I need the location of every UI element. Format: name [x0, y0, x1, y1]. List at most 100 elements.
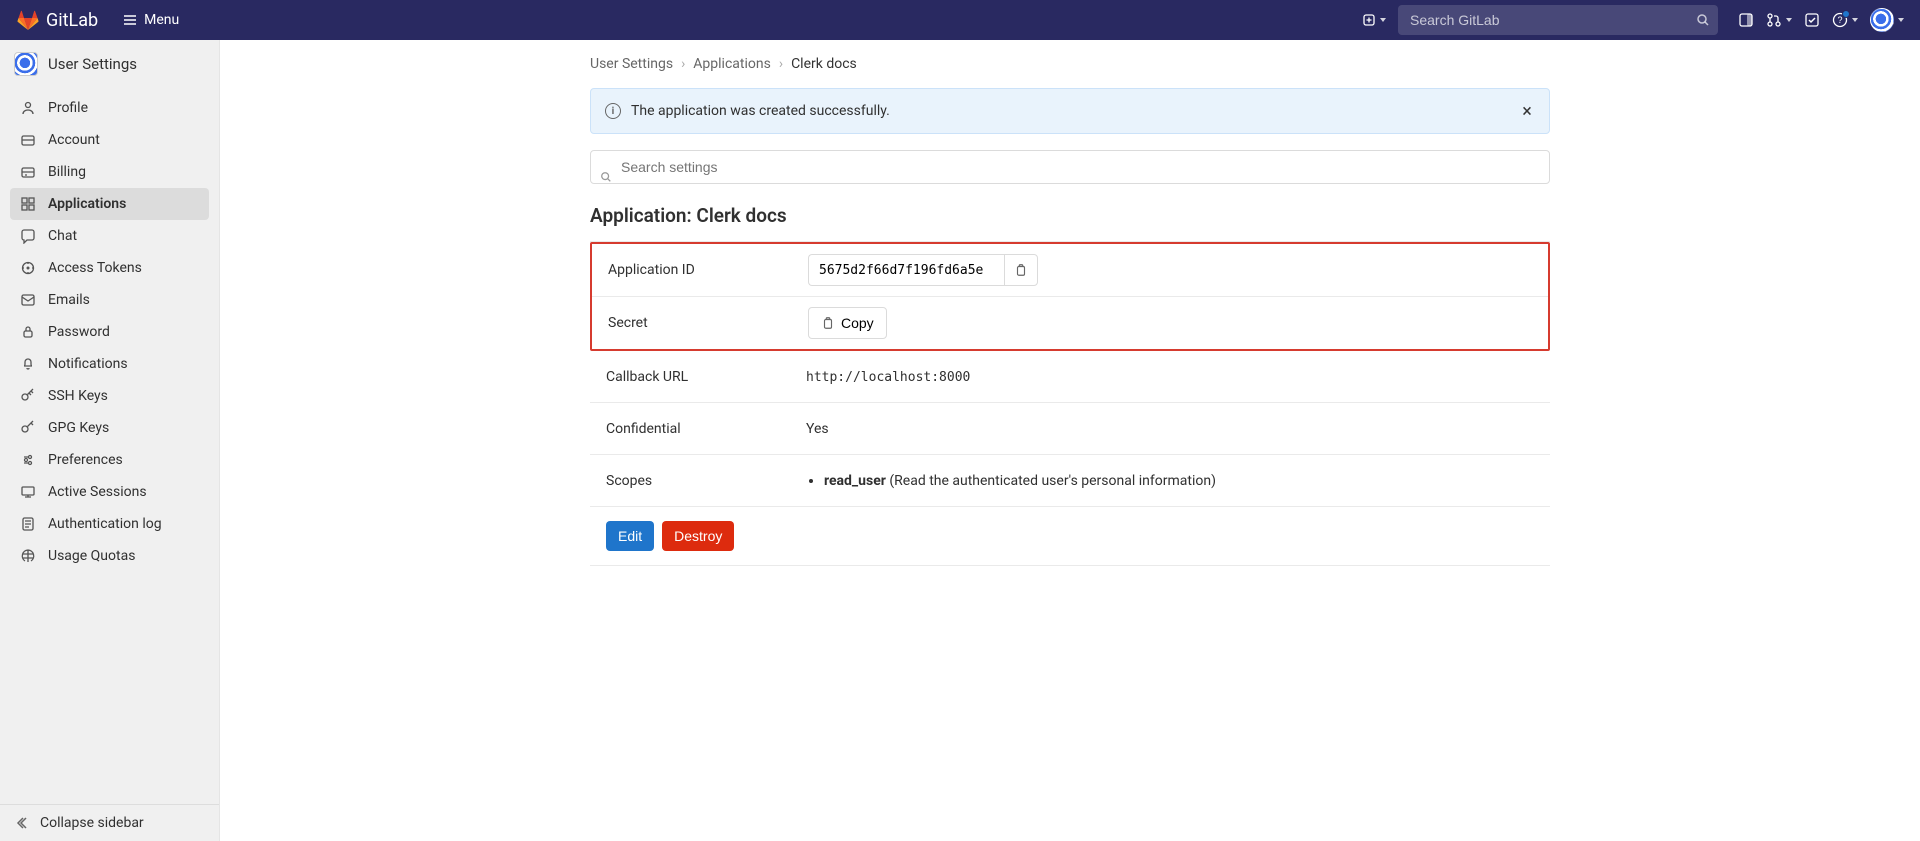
- sidebar-item-emails[interactable]: Emails: [10, 284, 209, 316]
- sidebar-item-label: Chat: [48, 228, 77, 244]
- sidebar-item-password[interactable]: Password: [10, 316, 209, 348]
- menu-label: Menu: [144, 12, 179, 28]
- sidebar-item-usage-quotas[interactable]: Usage Quotas: [10, 540, 209, 572]
- notification-dot: [1842, 10, 1850, 18]
- field-label: Secret: [608, 315, 808, 331]
- sidebar-item-applications[interactable]: Applications: [10, 188, 209, 220]
- main-content: User Settings › Applications › Clerk doc…: [220, 40, 1920, 841]
- breadcrumb-separator: ›: [681, 56, 685, 72]
- breadcrumb: User Settings › Applications › Clerk doc…: [590, 56, 1550, 72]
- sidebar-item-chat[interactable]: Chat: [10, 220, 209, 252]
- sidebar-item-ssh-keys[interactable]: SSH Keys: [10, 380, 209, 412]
- sidebar-item-label: Applications: [48, 196, 126, 212]
- chevron-down-icon: [1380, 18, 1386, 22]
- apps-icon: [20, 196, 36, 212]
- user-icon: [20, 100, 36, 116]
- sidebar: User Settings Profile Account Billing Appli…: [0, 40, 220, 841]
- copy-secret-button[interactable]: Copy: [808, 307, 887, 339]
- user-menu-dropdown[interactable]: [1870, 8, 1904, 32]
- secret-row: Secret Copy: [592, 297, 1548, 349]
- actions-row: Edit Destroy: [590, 507, 1550, 566]
- hamburger-icon: [122, 12, 138, 28]
- collapse-sidebar-button[interactable]: Collapse sidebar: [0, 804, 219, 841]
- sidebar-item-label: Emails: [48, 292, 90, 308]
- help-dropdown[interactable]: ?: [1832, 12, 1858, 28]
- sidebar-item-label: Profile: [48, 100, 88, 116]
- alert-close-button[interactable]: ×: [1515, 99, 1539, 123]
- sliders-icon: [20, 452, 36, 468]
- sidebar-header[interactable]: User Settings: [0, 40, 219, 88]
- user-avatar: [1870, 8, 1894, 32]
- breadcrumb-link[interactable]: User Settings: [590, 56, 673, 72]
- confidential-value: Yes: [806, 421, 1534, 437]
- settings-search-input[interactable]: [590, 150, 1550, 184]
- sidebar-item-label: SSH Keys: [48, 388, 108, 404]
- sidebar-item-label: Access Tokens: [48, 260, 142, 276]
- sidebar-item-authentication-log[interactable]: Authentication log: [10, 508, 209, 540]
- mail-icon: [20, 292, 36, 308]
- scopes-row: Scopes read_user (Read the authenticated…: [590, 455, 1550, 507]
- alert-message: The application was created successfully…: [631, 103, 890, 119]
- copy-label: Copy: [841, 315, 874, 331]
- global-search-input[interactable]: [1398, 5, 1718, 35]
- sidebar-item-profile[interactable]: Profile: [10, 92, 209, 124]
- bell-icon: [20, 356, 36, 372]
- edit-button[interactable]: Edit: [606, 521, 654, 551]
- sidebar-item-label: GPG Keys: [48, 420, 109, 436]
- sidebar-item-label: Active Sessions: [48, 484, 147, 500]
- sidebar-item-billing[interactable]: Billing: [10, 156, 209, 188]
- merge-requests-dropdown[interactable]: [1766, 12, 1792, 28]
- app-id-row: Application ID: [592, 244, 1548, 297]
- search-icon[interactable]: [1696, 13, 1710, 27]
- success-alert: i The application was created successful…: [590, 88, 1550, 134]
- main-menu-button[interactable]: Menu: [114, 6, 187, 34]
- sidebar-item-label: Password: [48, 324, 110, 340]
- sidebar-item-preferences[interactable]: Preferences: [10, 444, 209, 476]
- card-icon: [20, 132, 36, 148]
- field-label: Application ID: [608, 262, 808, 278]
- issues-icon[interactable]: [1738, 12, 1754, 28]
- sidebar-item-notifications[interactable]: Notifications: [10, 348, 209, 380]
- plus-icon: [1362, 13, 1376, 27]
- chevron-down-icon: [1852, 18, 1858, 22]
- scope-item: read_user (Read the authenticated user's…: [824, 473, 1534, 489]
- sidebar-item-label: Notifications: [48, 356, 128, 372]
- confidential-row: Confidential Yes: [590, 403, 1550, 455]
- info-icon: i: [605, 103, 621, 119]
- todos-icon[interactable]: [1804, 12, 1820, 28]
- breadcrumb-link[interactable]: Applications: [693, 56, 771, 72]
- sidebar-item-label: Preferences: [48, 452, 123, 468]
- chevron-down-icon: [1786, 18, 1792, 22]
- sidebar-item-active-sessions[interactable]: Active Sessions: [10, 476, 209, 508]
- copy-app-id-button[interactable]: [1004, 254, 1038, 286]
- credentials-highlight: Application ID: [590, 242, 1550, 351]
- field-label: Callback URL: [606, 369, 806, 385]
- globe-icon: [20, 548, 36, 564]
- document-icon: [20, 516, 36, 532]
- breadcrumb-current: Clerk docs: [791, 56, 857, 72]
- destroy-button[interactable]: Destroy: [662, 521, 734, 551]
- sidebar-item-gpg-keys[interactable]: GPG Keys: [10, 412, 209, 444]
- top-navbar: GitLab Menu: [0, 0, 1920, 40]
- user-avatar-small: [14, 52, 38, 76]
- token-icon: [20, 260, 36, 276]
- sidebar-item-account[interactable]: Account: [10, 124, 209, 156]
- key-icon: [20, 420, 36, 436]
- lock-icon: [20, 324, 36, 340]
- create-new-dropdown[interactable]: [1362, 13, 1386, 27]
- sidebar-item-access-tokens[interactable]: Access Tokens: [10, 252, 209, 284]
- collapse-icon: [14, 815, 30, 831]
- sidebar-title: User Settings: [48, 55, 137, 73]
- search-icon: [600, 171, 612, 183]
- callback-url-value: http://localhost:8000: [806, 370, 970, 385]
- clipboard-icon: [821, 316, 835, 330]
- brand-area[interactable]: GitLab: [16, 8, 98, 32]
- clipboard-icon: [1014, 263, 1028, 277]
- chat-icon: [20, 228, 36, 244]
- sidebar-item-label: Account: [48, 132, 100, 148]
- chevron-down-icon: [1898, 18, 1904, 22]
- sidebar-item-label: Authentication log: [48, 516, 162, 532]
- app-id-value[interactable]: [808, 254, 1004, 286]
- billing-icon: [20, 164, 36, 180]
- breadcrumb-separator: ›: [779, 56, 783, 72]
